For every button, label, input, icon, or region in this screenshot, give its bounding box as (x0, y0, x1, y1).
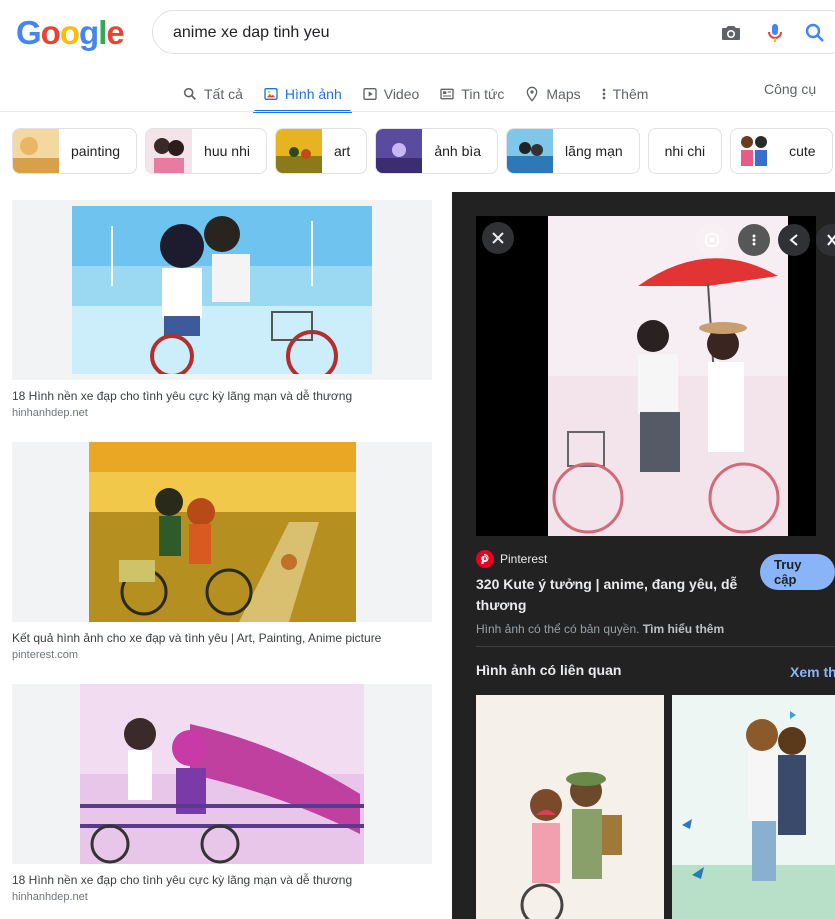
chip-huu-nhi[interactable]: huu nhi (145, 128, 267, 174)
chip-thumbnail (275, 129, 322, 173)
tab-more[interactable]: Thêm (591, 78, 659, 110)
learn-more-link[interactable]: Tìm hiểu thêm (643, 622, 724, 636)
see-more-link[interactable]: Xem thêm (790, 664, 835, 680)
result-image[interactable] (80, 684, 364, 864)
news-icon (440, 88, 454, 100)
search-box[interactable]: anime xe dap tinh yeu (152, 10, 835, 54)
chip-thumbnail (13, 129, 59, 173)
result-image-frame[interactable] (12, 200, 432, 380)
more-vert-icon (602, 88, 605, 100)
google-logo[interactable]: Google (16, 14, 125, 52)
related-images-heading: Hình ảnh có liên quan (476, 662, 622, 678)
result-image-frame[interactable] (12, 442, 432, 622)
more-options-button[interactable] (738, 224, 770, 256)
image-result[interactable]: Kết quả hình ảnh cho xe đạp và tình yêu … (12, 442, 432, 661)
panel-divider (476, 646, 835, 647)
preview-viewer (476, 216, 835, 536)
chip-thumbnail (376, 129, 423, 173)
microphone-icon[interactable] (763, 21, 787, 45)
copyright-notice: Hình ảnh có thể có bản quyền. Tìm hiểu t… (476, 622, 725, 636)
image-result[interactable]: 18 Hình nền xe đạp cho tình yêu cực kỳ l… (12, 200, 432, 419)
search-input[interactable]: anime xe dap tinh yeu (173, 24, 330, 42)
chip-painting[interactable]: painting (12, 128, 138, 174)
video-icon (363, 88, 377, 100)
related-image[interactable] (476, 695, 664, 919)
search-icon (183, 87, 196, 100)
result-image[interactable] (72, 206, 372, 374)
result-source[interactable]: hinhanhdep.net (12, 891, 432, 903)
result-title[interactable]: Kết quả hình ảnh cho xe đạp và tình yêu … (12, 631, 432, 645)
chip-anh-bia[interactable]: ảnh bìa (375, 128, 499, 174)
visit-button[interactable]: Truy cập (760, 554, 835, 590)
close-icon (492, 232, 504, 244)
preview-source[interactable]: Pinterest (476, 550, 547, 568)
tab-images[interactable]: Hình ảnh (252, 78, 352, 113)
chip-nhi-chi[interactable]: nhi chi (647, 128, 723, 174)
tab-maps[interactable]: Maps (514, 78, 590, 110)
image-preview-panel: Pinterest 320 Kute ý tưởng | anime, đang… (452, 192, 835, 919)
map-pin-icon (527, 86, 538, 102)
search-icon[interactable] (803, 21, 827, 45)
tools-button[interactable]: Công cụ (764, 81, 816, 97)
tab-all[interactable]: Tất cả (172, 78, 253, 110)
tab-news[interactable]: Tin tức (429, 78, 514, 110)
chip-cute[interactable]: cute (730, 128, 833, 174)
header-divider (0, 111, 835, 112)
previous-image-button[interactable] (778, 224, 810, 256)
result-image-frame[interactable] (12, 684, 432, 864)
preview-image[interactable] (548, 216, 788, 536)
search-tabs: Tất cả Hình ảnh Video Tin tức Maps Thêm (172, 78, 659, 113)
chip-lang-man[interactable]: lãng mạn (506, 128, 640, 174)
result-title[interactable]: 18 Hình nền xe đạp cho tình yêu cực kỳ l… (12, 873, 432, 887)
camera-icon[interactable] (719, 21, 743, 45)
result-source[interactable]: pinterest.com (12, 649, 432, 661)
preview-title[interactable]: 320 Kute ý tưởng | anime, đang yêu, dễ t… (476, 574, 746, 616)
image-icon (264, 88, 278, 100)
chevron-left-icon (789, 234, 798, 246)
close-button[interactable] (482, 222, 514, 254)
image-result[interactable]: 18 Hình nền xe đạp cho tình yêu cực kỳ l… (12, 684, 432, 903)
lens-icon (705, 233, 719, 247)
result-source[interactable]: hinhanhdep.net (12, 407, 432, 419)
related-image[interactable] (672, 695, 835, 919)
chip-thumbnail (731, 129, 778, 173)
chip-thumbnail (146, 129, 193, 173)
result-title[interactable]: 18 Hình nền xe đạp cho tình yêu cực kỳ l… (12, 389, 432, 403)
more-vert-icon (752, 234, 756, 246)
suggestion-chips: painting huu nhi art ảnh bìa lãng mạn nh… (12, 128, 833, 174)
tab-video[interactable]: Video (352, 78, 430, 110)
result-image[interactable] (89, 442, 356, 622)
close-icon (827, 234, 835, 246)
pinterest-icon (476, 550, 494, 568)
chip-art[interactable]: art (274, 128, 368, 174)
chip-thumbnail (507, 129, 554, 173)
next-image-button[interactable] (816, 224, 835, 256)
lens-search-button[interactable] (696, 224, 728, 256)
